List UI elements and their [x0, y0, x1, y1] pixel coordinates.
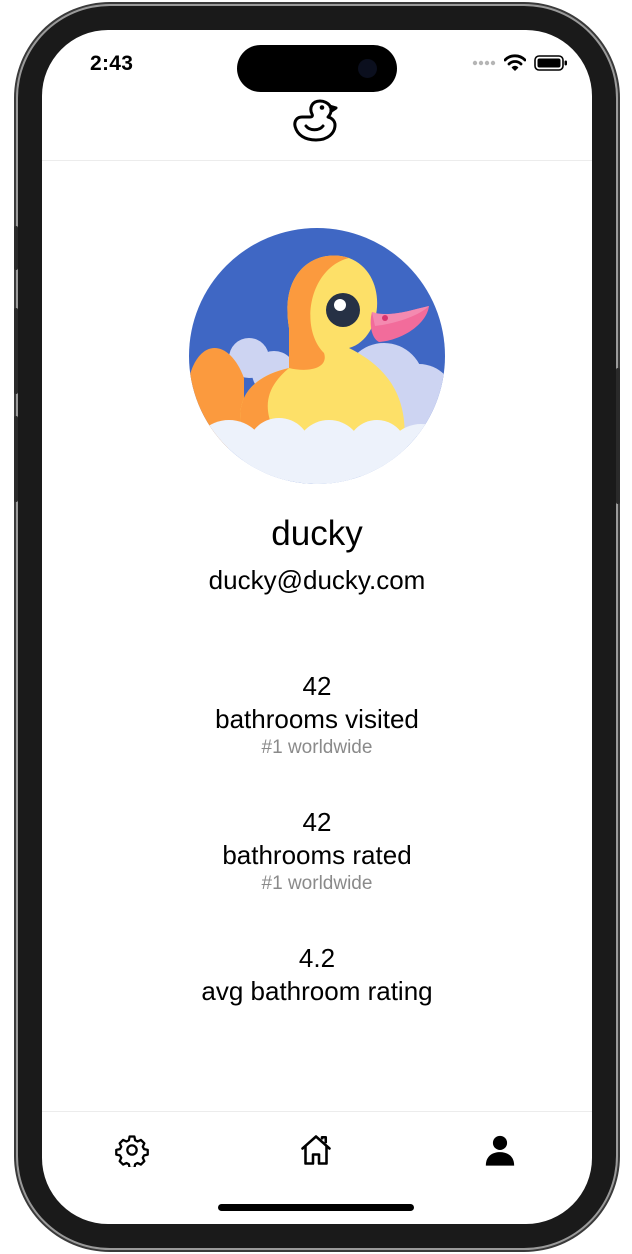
power-button	[616, 368, 620, 504]
profile-avatar	[189, 228, 445, 484]
person-icon	[485, 1135, 515, 1166]
home-icon	[301, 1135, 331, 1165]
stat-avg-rating: 4.2 avg bathroom rating	[42, 942, 592, 1008]
stat-label: avg bathroom rating	[201, 976, 433, 1006]
stat-bathrooms-visited: 42 bathrooms visited #1 worldwide	[42, 670, 592, 760]
tab-settings[interactable]	[112, 1130, 152, 1170]
silent-switch	[14, 226, 18, 270]
navigation-header	[42, 30, 592, 161]
profile-email: ducky@ducky.com	[208, 565, 426, 595]
tab-profile[interactable]	[480, 1130, 520, 1170]
home-indicator	[218, 1204, 414, 1211]
stat-value: 42	[302, 807, 332, 837]
volume-up-button	[14, 308, 18, 394]
volume-down-button	[14, 416, 18, 502]
stat-value: 42	[302, 671, 332, 701]
stat-label: bathrooms rated	[222, 840, 412, 870]
duck-logo-icon	[293, 99, 338, 142]
stat-bathrooms-rated: 42 bathrooms rated #1 worldwide	[42, 806, 592, 896]
app-screen: 2:43 ducky ducky@ducky.com 42 bathrooms …	[42, 30, 592, 1224]
stat-value: 4.2	[298, 943, 336, 973]
tab-home[interactable]	[296, 1130, 336, 1170]
profile-username: ducky	[271, 514, 363, 553]
stat-rank: #1 worldwide	[261, 737, 373, 758]
gear-icon	[115, 1135, 149, 1167]
stat-label: bathrooms visited	[215, 704, 419, 734]
stat-rank: #1 worldwide	[261, 873, 373, 894]
